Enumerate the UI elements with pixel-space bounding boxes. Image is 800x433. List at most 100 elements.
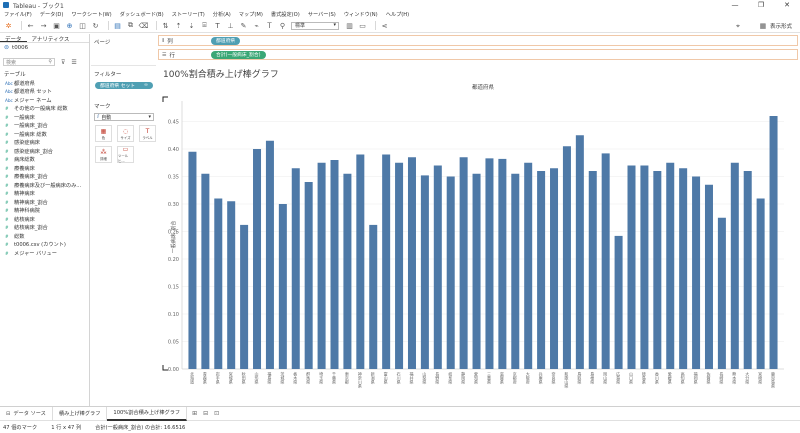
- menu-dashboard[interactable]: ダッシュボード(B): [120, 11, 164, 18]
- field-item[interactable]: # 感染症病床_割合: [0, 147, 89, 156]
- tab-data[interactable]: データ: [0, 34, 27, 43]
- view-options-icon[interactable]: ☰: [71, 59, 76, 66]
- field-item[interactable]: # 結核病床: [0, 215, 89, 224]
- search-input[interactable]: 検索 ⚲: [3, 58, 55, 66]
- x-tick-label: 秋田県: [242, 371, 247, 385]
- redo-icon[interactable]: →: [39, 21, 48, 30]
- fit-select[interactable]: 標準: [291, 21, 339, 30]
- menu-file[interactable]: ファイル(F): [4, 11, 32, 18]
- field-item[interactable]: # 一般病床: [0, 113, 89, 122]
- field-item[interactable]: # 感染症病床: [0, 139, 89, 148]
- group-icon[interactable]: ⌸: [200, 21, 209, 30]
- menu-worksheet[interactable]: ワークシート(W): [71, 11, 111, 18]
- new-datasource-icon[interactable]: ⊕: [65, 21, 74, 30]
- rows-pill-general-bed-ratio[interactable]: 合計(一般病床_割合): [211, 50, 266, 59]
- menu-map[interactable]: マップ(M): [239, 11, 263, 18]
- pause-updates-icon[interactable]: ◫: [78, 21, 87, 30]
- measure-type-icon: #: [5, 182, 9, 188]
- annotate-icon[interactable]: ⌁: [252, 21, 261, 30]
- bar: [679, 168, 688, 369]
- bar: [498, 158, 507, 369]
- field-item[interactable]: Abc メジャー ネーム: [0, 96, 89, 105]
- show-me-label: 表示形式: [769, 24, 792, 30]
- field-item[interactable]: # 一般病床 総数: [0, 130, 89, 139]
- filter-fields-icon[interactable]: ⊽: [61, 59, 65, 66]
- field-name: 療養病床及び一般病床のみ...: [14, 182, 82, 189]
- datasource-name: t0006: [12, 44, 29, 51]
- datasource-item[interactable]: ⊜ t0006: [0, 43, 89, 52]
- x-tick-label: 広島県: [616, 371, 621, 385]
- mark-type-select[interactable]: ⫽ 自動: [94, 113, 154, 121]
- sort-descending-icon[interactable]: ⇣: [187, 21, 196, 30]
- x-tick-label: 佐賀県: [706, 371, 711, 385]
- menu-help[interactable]: ヘルプ(H): [386, 11, 410, 18]
- bar: [278, 204, 287, 369]
- tableau-logo-icon: [3, 2, 9, 8]
- tableau-home-icon[interactable]: ✲: [4, 21, 13, 30]
- text-icon[interactable]: Ｔ: [265, 21, 274, 30]
- field-item[interactable]: # 一般病床_割合: [0, 122, 89, 131]
- pin-icon[interactable]: ⚲: [278, 21, 287, 30]
- maximize-button[interactable]: ❐: [748, 0, 774, 10]
- field-item[interactable]: Abc 都道府県 セット: [0, 88, 89, 97]
- show-cards-icon[interactable]: ▥: [345, 21, 354, 30]
- menu-server[interactable]: サーバー(S): [308, 11, 336, 18]
- tab-stacked-bar[interactable]: 積み上げ棒グラフ: [53, 406, 108, 421]
- field-item[interactable]: # その他の一般病床 総数: [0, 105, 89, 114]
- close-button[interactable]: ✕: [774, 0, 800, 10]
- tab-analytics[interactable]: アナリティクス: [27, 34, 75, 43]
- field-item[interactable]: # 総数: [0, 232, 89, 241]
- show-labels-icon[interactable]: T: [213, 21, 222, 30]
- field-item[interactable]: # 精神病床: [0, 190, 89, 199]
- size-button[interactable]: ◌ サイズ: [117, 125, 134, 142]
- share-icon[interactable]: ⋖: [380, 21, 389, 30]
- new-worksheet-icon[interactable]: ▤: [113, 21, 122, 30]
- new-worksheet-tab-icon[interactable]: ⊞: [192, 410, 197, 417]
- menu-story[interactable]: ストーリー(T): [172, 11, 205, 18]
- toolbar-separator: [156, 21, 157, 30]
- menu-format[interactable]: 書式設定(O): [271, 11, 300, 18]
- undo-icon[interactable]: ←: [26, 21, 35, 30]
- show-me-pin-icon[interactable]: ⌖: [736, 22, 740, 31]
- presentation-icon[interactable]: ▭: [358, 21, 367, 30]
- field-item[interactable]: # 精神病床_割合: [0, 198, 89, 207]
- swap-axes-icon[interactable]: ⇅: [161, 21, 170, 30]
- label-button[interactable]: T ラベル: [139, 125, 156, 142]
- save-icon[interactable]: ▣: [52, 21, 61, 30]
- minimize-button[interactable]: —: [722, 0, 748, 10]
- pages-card[interactable]: ページ: [91, 38, 156, 66]
- rows-shelf[interactable]: ☰ 行 合計(一般病床_割合): [158, 49, 798, 60]
- columns-pill-prefecture[interactable]: 都道府県: [211, 36, 241, 45]
- tooltip-button[interactable]: ▭ ツールヒ...: [117, 146, 134, 163]
- highlight-icon[interactable]: ✎: [239, 21, 248, 30]
- fix-axes-icon[interactable]: ⊥: [226, 21, 235, 30]
- field-item[interactable]: # 療養病床_割合: [0, 173, 89, 182]
- clear-sheet-icon[interactable]: ⌫: [139, 21, 149, 30]
- duplicate-sheet-icon[interactable]: ⧉: [126, 21, 135, 30]
- new-dashboard-tab-icon[interactable]: ⊟: [203, 410, 208, 417]
- color-button[interactable]: ▦ 色: [95, 125, 112, 142]
- field-item[interactable]: # t0006.csv (カウント): [0, 241, 89, 250]
- tab-100-percent-stacked-bar[interactable]: 100%割合積み上げ棒グラフ: [107, 406, 188, 421]
- columns-shelf[interactable]: ⦀ 列 都道府県: [158, 35, 798, 46]
- run-update-icon[interactable]: ↻: [91, 21, 100, 30]
- new-story-tab-icon[interactable]: ⊡: [214, 410, 219, 417]
- datasource-tab-icon: ⊟: [6, 410, 11, 417]
- bar: [459, 157, 468, 369]
- show-me-button[interactable]: ▦ 表示形式: [759, 22, 792, 30]
- menu-window[interactable]: ウィンドウ(N): [344, 11, 378, 18]
- field-item[interactable]: # 精神科病院: [0, 207, 89, 216]
- menu-analysis[interactable]: 分析(A): [213, 11, 231, 18]
- filters-card[interactable]: フィルター 都道府県 セット ∞: [91, 70, 156, 98]
- field-item[interactable]: # 療養病床及び一般病床のみ...: [0, 181, 89, 190]
- tab-data-source[interactable]: ⊟ データ ソース: [0, 406, 53, 421]
- field-item[interactable]: # メジャー バリュー: [0, 249, 89, 258]
- detail-button[interactable]: ⁂ 詳細: [95, 146, 112, 163]
- sort-ascending-icon[interactable]: ⇡: [174, 21, 183, 30]
- filter-pill-prefecture-set[interactable]: 都道府県 セット ∞: [95, 82, 153, 89]
- field-item[interactable]: # 療養病床: [0, 164, 89, 173]
- menu-data[interactable]: データ(D): [40, 11, 64, 18]
- field-item[interactable]: # 病床総数: [0, 156, 89, 165]
- field-item[interactable]: Abc 都道府県: [0, 79, 89, 88]
- field-item[interactable]: # 結核病床_割合: [0, 224, 89, 233]
